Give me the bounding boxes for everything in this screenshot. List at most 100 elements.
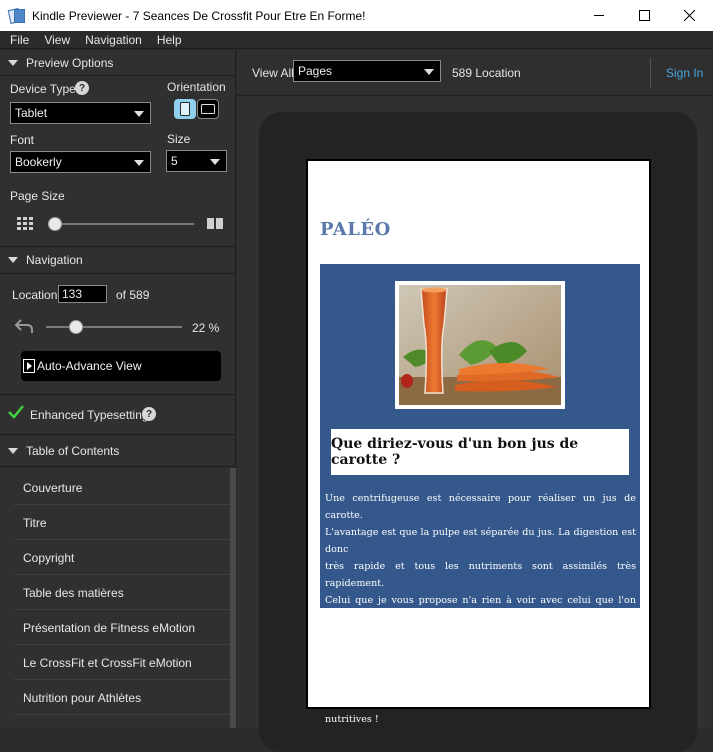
toc-divider: [14, 714, 230, 715]
toc-item-label: Nutrition pour Athlètes: [23, 690, 142, 705]
collapse-triangle-icon: [8, 60, 18, 66]
window-title: Kindle Previewer - 7 Seances De Crossfit…: [32, 8, 366, 23]
section-title: PALÉO: [320, 219, 391, 240]
chevron-down-icon: [210, 159, 220, 165]
toc-item-label: Table des matières: [23, 585, 124, 600]
toc-item-label: Titre: [23, 515, 47, 530]
help-circle-icon[interactable]: ?: [75, 81, 89, 95]
body-line: phore et potassium. C'est 100% carotte !…: [325, 663, 636, 691]
page-size-slider-thumb[interactable]: [48, 217, 63, 231]
left-panel: Preview Options Device Type ? Orientatio…: [0, 50, 236, 728]
size-label: Size: [167, 132, 191, 146]
close-button[interactable]: [666, 0, 712, 31]
body-line: Celui que je vous propose n'a rien à voi…: [325, 595, 636, 623]
book-page[interactable]: PALÉO Que diriez-vous d'un bon jus de ca…: [306, 159, 651, 725]
body-line: très rapide et tous les nutriments sont …: [325, 561, 636, 589]
view-mode-value: Pages: [298, 64, 333, 78]
location-input[interactable]: 133: [58, 285, 107, 303]
preview-options-header[interactable]: Preview Options: [0, 50, 236, 76]
toc-scrollbar[interactable]: [230, 468, 236, 728]
collapse-triangle-icon: [8, 448, 18, 454]
portrait-orientation-button[interactable]: [174, 99, 196, 119]
toc-item-nutrition[interactable]: Nutrition pour Athlètes: [0, 680, 230, 715]
body-line: du légume, il s'oxyde vite et risque de …: [325, 697, 636, 725]
chevron-down-icon: [134, 111, 144, 117]
checkmark-icon: [8, 405, 24, 419]
device-type-label: Device Type: [10, 82, 76, 96]
device-type-select[interactable]: Tablet: [10, 102, 151, 124]
toc-item-crossfit[interactable]: Le CrossFit et CrossFit eMotion: [0, 645, 230, 680]
headline: Que diriez-vous d'un bon jus de carotte …: [331, 436, 579, 468]
carrot-juice-photo: [395, 281, 565, 409]
toc-item-couverture[interactable]: Couverture: [0, 470, 230, 505]
chevron-down-icon: [424, 69, 434, 75]
size-select[interactable]: 5: [166, 150, 227, 172]
orientation-label: Orientation: [167, 80, 226, 94]
menu-view[interactable]: View: [44, 33, 70, 47]
navigation-label: Navigation: [26, 253, 83, 267]
view-all-label: View All: [252, 66, 294, 80]
divider: [0, 466, 236, 467]
toc-item-titre[interactable]: Titre: [0, 505, 230, 540]
menu-bar: File View Navigation Help: [0, 31, 713, 49]
location-label: Location: [12, 288, 58, 302]
recipe-box: Que diriez-vous d'un bon jus de carotte …: [320, 264, 640, 725]
view-mode-select[interactable]: Pages: [293, 60, 441, 82]
preview-toolbar: View All Pages 589 Location Sign In: [237, 50, 713, 96]
toc-item-table-des-matieres[interactable]: Table des matières: [0, 575, 230, 610]
chevron-down-icon: [134, 160, 144, 166]
body-line: bouteille. Il est chargé en vitamines : …: [325, 629, 636, 657]
title-bar: Kindle Previewer - 7 Seances De Crossfit…: [0, 0, 713, 31]
size-value: 5: [171, 154, 178, 168]
play-icon: [23, 359, 35, 373]
progress-slider-thumb[interactable]: [68, 320, 83, 334]
two-page-view-icon[interactable]: [207, 218, 224, 229]
menu-file[interactable]: File: [10, 33, 29, 47]
divider: [0, 434, 236, 435]
toc-item-presentation[interactable]: Présentation de Fitness eMotion: [0, 610, 230, 645]
page-size-label: Page Size: [10, 189, 65, 203]
toc-item-label: Copyright: [23, 550, 75, 565]
kindle-previewer-icon: [7, 7, 25, 24]
sign-in-link[interactable]: Sign In: [666, 66, 703, 80]
body-line: L'avantage est que la pulpe est séparée …: [325, 527, 636, 555]
font-value: Bookerly: [15, 155, 62, 169]
progress-slider-track[interactable]: [46, 326, 182, 328]
help-circle-icon[interactable]: ?: [142, 407, 156, 421]
landscape-orientation-button[interactable]: [197, 99, 219, 119]
maximize-button[interactable]: [621, 0, 667, 31]
collapse-triangle-icon: [8, 257, 18, 263]
preview-options-label: Preview Options: [26, 56, 114, 70]
body-line: Une centrifugeuse est nécessaire pour ré…: [325, 493, 636, 521]
page-size-slider-track[interactable]: [48, 223, 194, 225]
grid-view-icon[interactable]: [17, 217, 34, 230]
back-arrow-icon[interactable]: [14, 318, 34, 334]
toc-header[interactable]: Table of Contents: [0, 438, 236, 464]
font-label: Font: [10, 133, 35, 147]
enhanced-typesetting-label: Enhanced Typesetting: [30, 408, 149, 422]
device-type-value: Tablet: [15, 106, 48, 120]
toc-label: Table of Contents: [26, 444, 120, 458]
toc-item-label: Couverture: [23, 480, 83, 495]
auto-advance-button[interactable]: Auto-Advance View: [21, 351, 221, 381]
menu-help[interactable]: Help: [157, 33, 182, 47]
divider: [0, 75, 236, 76]
menu-navigation[interactable]: Navigation: [85, 33, 142, 47]
divider: [0, 394, 236, 395]
toolbar-divider: [650, 58, 651, 88]
font-select[interactable]: Bookerly: [10, 151, 151, 173]
location-total: of 589: [116, 288, 150, 302]
progress-percent: 22 %: [192, 321, 220, 335]
navigation-header[interactable]: Navigation: [0, 247, 236, 273]
landscape-orientation-icon: [201, 104, 215, 114]
headline-box: Que diriez-vous d'un bon jus de carotte …: [331, 429, 629, 475]
minimize-button[interactable]: [576, 0, 622, 31]
location-value: 133: [62, 287, 83, 301]
portrait-orientation-icon: [180, 102, 190, 116]
toc-item-label: Présentation de Fitness eMotion: [23, 620, 196, 635]
toc-item-label: Le CrossFit et CrossFit eMotion: [23, 655, 192, 670]
auto-advance-label: Auto-Advance View: [37, 359, 142, 373]
divider: [0, 273, 236, 274]
toc-item-copyright[interactable]: Copyright: [0, 540, 230, 575]
body-text: Une centrifugeuse est nécessaire pour ré…: [325, 490, 636, 728]
